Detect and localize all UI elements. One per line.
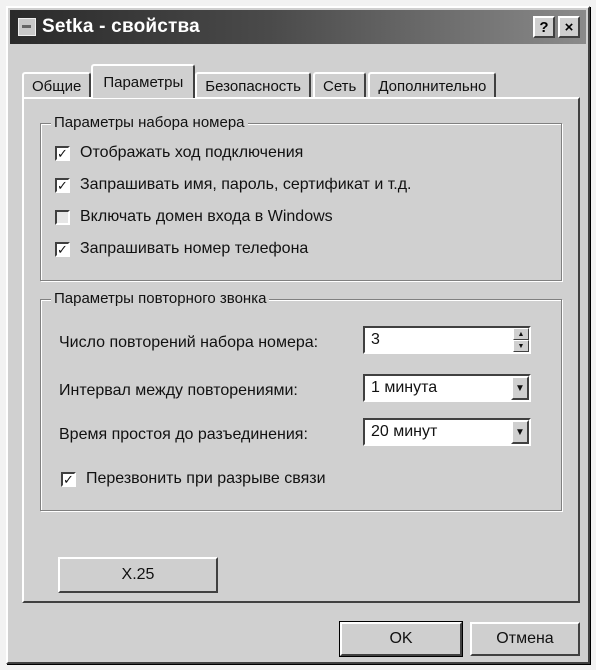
redial-attempts-value: 3 (371, 331, 380, 348)
show-progress-label: Отображать ход подключения (80, 144, 304, 161)
include-domain-checkbox[interactable] (55, 209, 70, 225)
redial-on-drop-option[interactable]: ✓ Перезвонить при разрыве связи (61, 470, 326, 488)
prompt-phone-checkbox[interactable]: ✓ (55, 241, 70, 257)
ok-button[interactable]: OK (339, 621, 463, 657)
redial-interval-select[interactable]: 1 минута ▼ (363, 374, 531, 402)
redial-attempts-input[interactable]: 3 ▲ ▼ (363, 326, 531, 354)
redial-interval-label: Интервал между повторениями: (59, 382, 298, 399)
prompt-phone-label: Запрашивать номер телефона (80, 240, 309, 257)
prompt-credentials-label: Запрашивать имя, пароль, сертификат и т.… (80, 176, 412, 193)
close-button[interactable]: × (558, 16, 580, 38)
redial-options-title: Параметры повторного звонка (51, 290, 270, 307)
show-progress-option[interactable]: ✓ Отображать ход подключения (55, 144, 303, 162)
spin-up-icon[interactable]: ▲ (513, 328, 529, 340)
tab-options[interactable]: Параметры (91, 64, 196, 98)
title-bar: Setka - свойства ? × (10, 10, 586, 44)
properties-dialog: Setka - свойства ? × Общие Параметры Без… (6, 6, 590, 664)
tab-security[interactable]: Безопасность (195, 72, 311, 98)
tab-general[interactable]: Общие (22, 72, 92, 98)
redial-on-drop-label: Перезвонить при разрыве связи (86, 470, 326, 487)
include-domain-option[interactable]: Включать домен входа в Windows (55, 208, 333, 226)
idle-time-select[interactable]: 20 минут ▼ (363, 418, 531, 446)
window-title: Setka - свойства (42, 16, 200, 37)
redial-options-group: Параметры повторного звонка Число повтор… (40, 290, 562, 511)
prompt-credentials-option[interactable]: ✓ Запрашивать имя, пароль, сертификат и … (55, 176, 411, 194)
chevron-down-icon[interactable]: ▼ (511, 376, 529, 400)
spin-down-icon[interactable]: ▼ (513, 340, 529, 352)
tab-strip: Общие Параметры Безопасность Сеть Дополн… (22, 64, 498, 98)
chevron-down-icon[interactable]: ▼ (511, 420, 529, 444)
help-button[interactable]: ? (533, 16, 555, 38)
idle-time-label: Время простоя до разъединения: (59, 426, 308, 443)
redial-interval-value: 1 минута (371, 379, 438, 396)
network-connection-icon (18, 18, 36, 36)
redial-on-drop-checkbox[interactable]: ✓ (61, 471, 76, 487)
x25-button[interactable]: X.25 (58, 557, 218, 593)
tab-advanced[interactable]: Дополнительно (368, 72, 497, 98)
redial-attempts-label: Число повторений набора номера: (59, 334, 319, 351)
cancel-button[interactable]: Отмена (470, 622, 580, 656)
include-domain-label: Включать домен входа в Windows (80, 208, 333, 225)
prompt-credentials-checkbox[interactable]: ✓ (55, 177, 70, 193)
dialing-options-group: Параметры набора номера ✓ Отображать ход… (40, 114, 562, 281)
tab-panel-options: Параметры набора номера ✓ Отображать ход… (22, 97, 580, 603)
prompt-phone-option[interactable]: ✓ Запрашивать номер телефона (55, 240, 308, 258)
show-progress-checkbox[interactable]: ✓ (55, 145, 70, 161)
dialing-options-title: Параметры набора номера (51, 114, 248, 131)
tab-networking[interactable]: Сеть (312, 72, 367, 98)
redial-attempts-spinner[interactable]: ▲ ▼ (513, 328, 529, 352)
idle-time-value: 20 минут (371, 423, 438, 440)
